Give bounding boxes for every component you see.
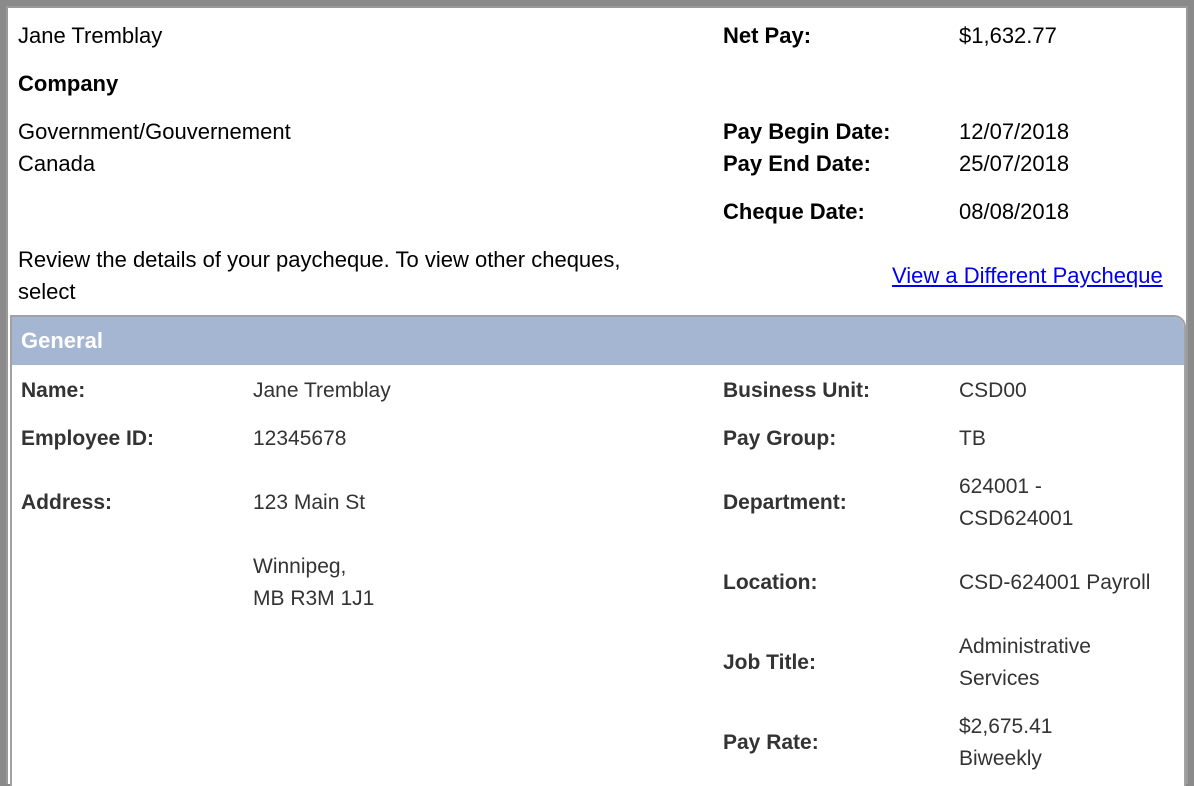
business-unit-value: CSD00 <box>959 379 1027 402</box>
general-section-header: General <box>12 317 1184 365</box>
pay-end-date-value: 25/07/2018 <box>959 151 1070 176</box>
employee-name: Jane Tremblay <box>18 23 163 48</box>
department-line-1: 624001 - <box>959 475 1042 498</box>
name-value: Jane Tremblay <box>253 379 391 402</box>
pay-rate-label: Pay Rate: <box>723 731 819 754</box>
cheque-date-value: 08/08/2018 <box>959 199 1070 224</box>
department-label: Department: <box>723 491 847 514</box>
job-title-label: Job Title: <box>723 651 816 674</box>
net-pay-label: Net Pay: <box>723 23 812 48</box>
view-different-paycheque-link[interactable]: View a Different Paycheque <box>892 260 1163 292</box>
net-pay-value: $1,632.77 <box>959 23 1057 48</box>
name-label: Name: <box>21 379 86 402</box>
department-line-2: CSD624001 <box>959 507 1074 530</box>
address-line-2: Winnipeg, <box>253 555 347 578</box>
job-title-line-1: Administrative <box>959 635 1091 658</box>
instructions-line-2: select <box>18 279 76 304</box>
general-section-title: General <box>21 328 103 353</box>
company-line-1: Government/Gouvernement <box>18 119 291 144</box>
company-label: Company <box>18 71 119 96</box>
instructions-line-1: Review the details of your paycheque. To… <box>18 247 621 272</box>
pay-group-label: Pay Group: <box>723 427 837 450</box>
location-value: CSD-624001 Payroll <box>959 571 1151 594</box>
paycheque-panel: Jane Tremblay Company Government/Gouvern… <box>6 6 1188 786</box>
pay-end-date-label: Pay End Date: <box>723 151 871 176</box>
pay-begin-date-label: Pay Begin Date: <box>723 119 891 144</box>
employee-id-label: Employee ID: <box>21 427 155 450</box>
job-title-line-2: Services <box>959 667 1040 690</box>
cheque-date-label: Cheque Date: <box>723 199 865 224</box>
pay-rate-line-2: Biweekly <box>959 747 1042 770</box>
location-label: Location: <box>723 571 818 594</box>
pay-group-value: TB <box>959 427 986 450</box>
pay-begin-date-value: 12/07/2018 <box>959 119 1070 144</box>
company-line-2: Canada <box>18 151 96 176</box>
address-line-1: 123 Main St <box>253 491 366 514</box>
address-label: Address: <box>21 491 113 514</box>
general-section: General Name: Jane Tremblay Employee ID:… <box>10 315 1186 786</box>
pay-rate-line-1: $2,675.41 <box>959 715 1053 738</box>
address-line-3: MB R3M 1J1 <box>253 587 375 610</box>
employee-id-value: 12345678 <box>253 427 347 450</box>
business-unit-label: Business Unit: <box>723 379 871 402</box>
